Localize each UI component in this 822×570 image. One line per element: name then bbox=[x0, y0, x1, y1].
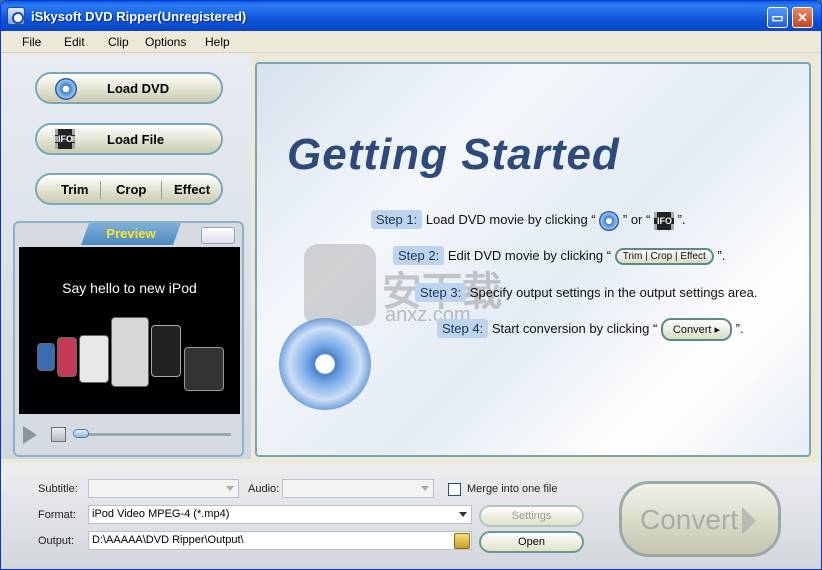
mini-crop-label: Crop bbox=[650, 251, 673, 263]
menu-bar: File Edit Clip Options Help bbox=[1, 31, 821, 53]
format-select[interactable]: iPod Video MPEG-4 (*.mp4) bbox=[88, 505, 472, 524]
step-1: Step 1: Load DVD movie by clicking “ ” o… bbox=[371, 210, 686, 231]
app-icon bbox=[7, 7, 25, 25]
subtitle-select[interactable] bbox=[88, 479, 239, 498]
mini-convert-button: Convert ▸ bbox=[660, 318, 733, 341]
chevron-down-icon bbox=[459, 512, 467, 517]
menu-edit[interactable]: Edit bbox=[64, 35, 85, 49]
step-text: Specify output settings in the output se… bbox=[469, 285, 758, 300]
mini-edit-toolbar: Trim | Crop | Effect bbox=[614, 248, 714, 266]
mini-convert-label: Convert bbox=[672, 324, 712, 336]
chevron-down-icon bbox=[226, 486, 234, 491]
settings-button[interactable]: Settings bbox=[479, 505, 584, 527]
load-file-button[interactable]: IFO Load File bbox=[35, 123, 223, 155]
menu-options[interactable]: Options bbox=[145, 35, 186, 49]
load-dvd-label: Load DVD bbox=[107, 81, 170, 96]
getting-started-panel: 安下载 anxz.com Getting Started Step 1: Loa… bbox=[255, 62, 811, 457]
audio-select[interactable] bbox=[282, 479, 434, 498]
app-window: iSkysoft DVD Ripper(Unregistered) ▭ ✕ Fi… bbox=[0, 0, 822, 570]
step-text: ”. bbox=[717, 248, 726, 263]
dvd-disc-icon bbox=[55, 78, 77, 100]
menu-help[interactable]: Help bbox=[205, 35, 230, 49]
preview-message: Say hello to new iPod bbox=[62, 280, 197, 296]
menu-file[interactable]: File bbox=[22, 35, 41, 49]
step-text: ” or “ bbox=[622, 212, 651, 227]
edit-toolbar: Trim Crop Effect bbox=[35, 173, 223, 205]
subtitle-label: Subtitle: bbox=[38, 483, 78, 495]
ipod-image bbox=[151, 325, 181, 377]
snapshot-camera-icon[interactable] bbox=[201, 227, 235, 244]
format-label: Format: bbox=[38, 509, 76, 521]
step-text: Start conversion by clicking “ bbox=[491, 320, 658, 336]
format-value: iPod Video MPEG-4 (*.mp4) bbox=[92, 508, 230, 520]
merge-label: Merge into one file bbox=[467, 483, 558, 495]
play-icon[interactable] bbox=[23, 426, 37, 444]
merge-checkbox[interactable] bbox=[448, 483, 461, 496]
effect-button[interactable]: Effect bbox=[174, 182, 210, 197]
ipod-image bbox=[79, 335, 109, 383]
menu-clip[interactable]: Clip bbox=[108, 35, 129, 49]
convert-button[interactable]: Convert bbox=[619, 481, 781, 557]
crop-button[interactable]: Crop bbox=[116, 182, 146, 197]
window-title: iSkysoft DVD Ripper(Unregistered) bbox=[31, 9, 247, 24]
seek-track[interactable] bbox=[75, 433, 231, 436]
step-tag: Step 4: bbox=[437, 318, 489, 338]
title-bar[interactable]: iSkysoft DVD Ripper(Unregistered) ▭ ✕ bbox=[1, 1, 821, 31]
divider bbox=[100, 181, 101, 199]
mini-effect-label: Effect bbox=[680, 251, 706, 263]
preview-controls bbox=[15, 419, 242, 455]
ipod-image bbox=[184, 347, 224, 391]
dvd-disc-illustration-icon bbox=[279, 318, 371, 410]
stop-icon[interactable] bbox=[51, 427, 66, 442]
convert-label: Convert bbox=[640, 504, 739, 535]
audio-label: Audio: bbox=[248, 483, 280, 495]
ipod-image bbox=[111, 317, 149, 387]
load-file-label: Load File bbox=[107, 132, 165, 147]
load-dvd-button[interactable]: Load DVD bbox=[35, 72, 223, 104]
step-tag: Step 1: bbox=[371, 210, 423, 229]
watermark-shield-icon bbox=[304, 244, 376, 326]
step-tag: Step 2: bbox=[393, 246, 445, 265]
step-text: ”. bbox=[735, 320, 744, 336]
seek-slider-handle[interactable] bbox=[73, 429, 89, 438]
getting-started-heading: Getting Started bbox=[287, 130, 620, 179]
ifo-file-icon: IFO bbox=[55, 129, 75, 149]
preview-tab: Preview bbox=[81, 223, 181, 245]
mini-trim-label: Trim bbox=[622, 251, 643, 263]
open-label: Open bbox=[518, 536, 545, 548]
divider bbox=[161, 181, 162, 199]
chevron-down-icon bbox=[421, 486, 429, 491]
ipod-image bbox=[57, 337, 77, 377]
preview-screen: Say hello to new iPod bbox=[19, 247, 240, 414]
ifo-file-icon: IFO bbox=[653, 211, 674, 230]
step-text: Edit DVD movie by clicking “ bbox=[447, 248, 612, 263]
browse-folder-icon[interactable] bbox=[454, 533, 470, 549]
close-button[interactable]: ✕ bbox=[792, 7, 813, 28]
left-panel: Load DVD IFO Load File Trim Crop Effect … bbox=[1, 54, 251, 459]
output-path-value: D:\AAAAA\DVD Ripper\Output\ bbox=[92, 534, 244, 546]
step-tag: Step 3: bbox=[415, 283, 467, 302]
output-label: Output: bbox=[38, 535, 75, 547]
step-4: Step 4: Start conversion by clicking “ C… bbox=[437, 318, 744, 341]
minimize-button[interactable]: ▭ bbox=[767, 7, 788, 28]
trim-button[interactable]: Trim bbox=[61, 182, 88, 197]
step-text: Load DVD movie by clicking “ bbox=[425, 212, 596, 227]
dvd-disc-icon bbox=[599, 210, 620, 231]
preview-pane: Preview Say hello to new iPod bbox=[13, 221, 244, 457]
output-settings-area: Subtitle: Audio: Merge into one file For… bbox=[1, 463, 821, 569]
step-2: Step 2: Edit DVD movie by clicking “ Tri… bbox=[393, 246, 726, 266]
open-button[interactable]: Open bbox=[479, 531, 584, 553]
settings-label: Settings bbox=[511, 510, 552, 522]
step-text: ”. bbox=[677, 212, 686, 227]
step-3: Step 3: Specify output settings in the o… bbox=[415, 283, 757, 302]
output-path-field[interactable]: D:\AAAAA\DVD Ripper\Output\ bbox=[88, 531, 472, 550]
play-arrow-icon bbox=[742, 507, 756, 535]
ipod-image bbox=[37, 343, 55, 371]
